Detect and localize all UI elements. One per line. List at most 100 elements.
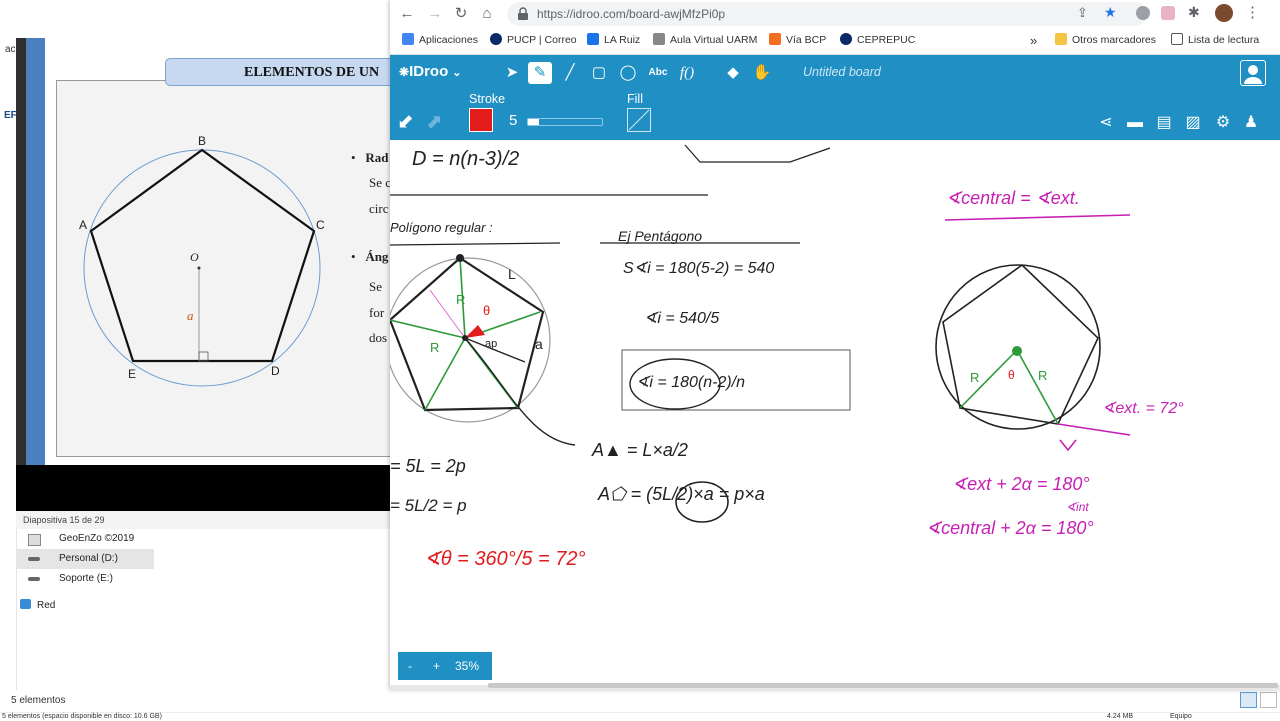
undo-icon[interactable]: ⬋ [397,112,414,132]
puzzle-icon[interactable]: ✱ [1188,4,1200,21]
pen-tool[interactable]: ✎ [528,62,552,84]
note-int: ∢int [1066,500,1089,514]
rectangle-tool[interactable]: ▢ [587,62,611,84]
pentagon-figure [83,148,321,387]
note-semiperimeter: = 5L/2 = p [390,496,467,515]
slide-accent-bar [26,38,40,465]
profile-avatar[interactable] [1215,4,1233,22]
figure-label: θ [1008,368,1015,382]
bookmarks-bar: Aplicaciones PUCP | Correo LA Ruiz Aula … [390,27,1280,55]
ellipse-tool[interactable]: ◯ [616,62,640,84]
note-ext-sum: ∢ext + 2α = 180° [952,474,1090,494]
item-count: 5 elementos [11,695,66,706]
size-text: 4.24 MB [1107,713,1134,720]
note-area-triangle: A▲ = L×a/2 [592,440,688,460]
explorer-left-edge: ac EF [0,0,17,690]
image-icon[interactable]: ▨ [1182,112,1204,134]
note-ext-value: ∢ext. = 72° [1102,400,1184,417]
center-label: O [190,250,199,264]
user-avatar-button[interactable] [1240,60,1266,86]
reading-list-icon [1171,33,1183,45]
aula-icon [653,33,665,45]
presentation-bottom [16,465,391,511]
user-settings-icon[interactable]: ♟ [1240,112,1262,134]
fill-label: Fill [627,92,643,106]
browser-window: ← → ↻ ⌂ https://idroo.com/board-awjMfzPi… [390,0,1280,690]
extension-icon[interactable] [1136,6,1150,20]
line-tool[interactable]: ╱ [558,62,582,84]
pointer-tool[interactable]: ➤ [500,62,524,84]
bullet-angle: • Áng [351,249,389,264]
share-icon[interactable]: ⋖ [1095,112,1117,134]
bookmark-bcp[interactable]: Vía BCP [769,27,826,54]
bookmarks-overflow[interactable]: » [1030,27,1037,54]
note-area-pentagon: A⬠ = (5L/2)×a = p×a [598,484,765,504]
horizontal-scrollbar[interactable] [488,683,1278,688]
slide-figure: B A C D E O a [56,80,391,457]
tiles-view-icon[interactable] [1260,692,1277,708]
apps-icon [402,33,414,45]
disk-space-text: 5 elementos (espacio disponible en disco… [2,713,162,720]
bookmark-ceprepuc[interactable]: CEPREPUC [840,27,915,54]
bookmark-laruiz[interactable]: LA Ruiz [587,27,640,54]
drive-e[interactable]: Soporte (E:) [16,569,154,589]
network-item[interactable]: Red [20,596,55,616]
home-button[interactable]: ⌂ [476,3,498,25]
redo-icon[interactable]: ⬈ [426,112,443,132]
no-fill-icon [628,109,650,131]
zoom-out-button[interactable]: - [408,652,412,680]
chat-icon[interactable]: ▬ [1124,112,1146,134]
clipped-text: ac [5,44,16,55]
bullet-line: dos [369,330,388,345]
note-example: Ej Pentágono [618,228,703,244]
note-central-sum: ∢central + 2α = 180° [926,518,1094,538]
menu-icon[interactable]: ⋮ [1245,3,1260,21]
details-view-icon[interactable] [1240,692,1257,708]
whiteboard-canvas[interactable]: D = n(n-3)/2 Polígono regular : Ej Pentá… [390,140,1280,685]
drive-icon [28,534,41,546]
back-button[interactable]: ← [396,3,418,25]
bullet-line: Se c [369,175,392,190]
note-diagonals: D = n(n-3)/2 [412,148,520,170]
document-icon[interactable]: ▤ [1153,112,1175,134]
stroke-size-value: 5 [509,112,518,129]
computer-text: Equipo [1170,713,1192,720]
network-label: Red [37,600,56,611]
drive-d[interactable]: Personal (D:) [16,549,154,569]
reload-button[interactable]: ↻ [450,3,472,25]
gear-icon[interactable]: ⚙ [1212,112,1234,134]
board-title[interactable]: Untitled board [803,65,881,79]
fill-color-swatch[interactable] [627,108,651,132]
share-icon[interactable]: ⇪ [1077,5,1088,21]
extension-icon[interactable] [1161,6,1175,20]
hand-tool[interactable]: ✋ [750,62,774,84]
formula-tool[interactable]: f() [675,62,699,84]
eraser-tool[interactable]: ◆ [721,62,745,84]
other-bookmarks[interactable]: Otros marcadores [1055,27,1156,54]
vertex-label: E [128,367,137,381]
vertex-label: D [271,364,280,378]
laruiz-icon [587,33,599,45]
bookmark-pucp[interactable]: PUCP | Correo [490,27,577,54]
bookmark-apps[interactable]: Aplicaciones [402,27,478,54]
address-bar[interactable]: https://idroo.com/board-awjMfzPi0p ⇪ ★ [507,2,1147,26]
zoom-in-button[interactable]: + [433,652,440,680]
logo-icon: ❋ [399,65,410,79]
folder-icon [1055,33,1067,45]
view-toggle-buttons[interactable] [1236,690,1280,712]
clipped-text: EF [4,110,17,121]
bullet-radius: • Rad [351,150,389,165]
bookmark-aula[interactable]: Aula Virtual UARM [653,27,757,54]
note-regular-polygon: Polígono regular : [390,220,493,235]
stroke-label: Stroke [469,92,506,106]
drive-label: Soporte (E:) [59,573,113,584]
text-tool[interactable]: Abc [646,62,670,84]
star-icon[interactable]: ★ [1104,4,1117,21]
stroke-size-slider[interactable] [527,118,603,126]
drive-c[interactable]: GeoEnZo ©2019 ACJ (C:) [16,529,154,564]
stroke-color-swatch[interactable] [469,108,493,132]
note-central-calc: ∢θ = 360°/5 = 72° [424,548,586,570]
reading-list[interactable]: Lista de lectura [1171,27,1259,54]
forward-button[interactable]: → [424,3,446,25]
idroo-logo[interactable]: ❋IDroo ⌄ [399,63,461,80]
